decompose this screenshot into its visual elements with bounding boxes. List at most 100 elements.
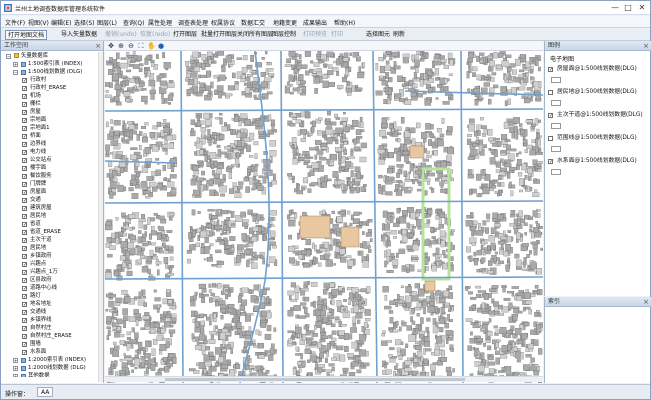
layer-checkbox[interactable]: ✓ — [22, 173, 27, 179]
tree-item[interactable]: ✓ 道路中心线 — [1, 284, 98, 292]
menu-item[interactable]: 属性处理 — [148, 18, 172, 27]
legend-checkbox[interactable]: ✓ — [548, 159, 553, 165]
layer-checkbox[interactable]: ✓ — [22, 149, 27, 155]
tree-item[interactable]: ✓ 围墙 — [1, 340, 98, 348]
tree-item[interactable]: ✓ 房屋面 — [1, 188, 98, 196]
tree-item[interactable]: ✓ 楼宇面 — [1, 164, 98, 172]
tree-item[interactable]: ✓ 房屋 — [1, 108, 98, 116]
toolbar-button[interactable]: 图层控制 — [272, 30, 296, 40]
menu-item[interactable]: 文件(F) — [5, 18, 25, 27]
layer-checkbox[interactable]: ✓ — [22, 301, 27, 307]
menu-item[interactable]: 选择(S) — [74, 18, 95, 27]
tree-item[interactable]: ✓ 机场 — [1, 92, 98, 100]
minimize-button[interactable]: — — [609, 2, 621, 13]
tree-item[interactable]: +1:500索引表 (INDEX) — [1, 60, 98, 68]
expand-icon[interactable]: + — [13, 61, 18, 67]
tree-item[interactable]: ✓ 乡镇政府 — [1, 252, 98, 260]
globe-icon[interactable]: ● — [157, 42, 165, 50]
layer-checkbox[interactable]: ✓ — [22, 309, 27, 315]
tree-item[interactable]: ✓ 宗地面 — [1, 116, 98, 124]
menu-item[interactable]: 权属协议 — [211, 18, 235, 27]
tree-item[interactable]: ✓ 兴趣点 — [1, 260, 98, 268]
menu-item[interactable]: 视图(V) — [28, 18, 49, 27]
layer-checkbox[interactable]: ✓ — [22, 237, 27, 243]
full-extent-icon[interactable]: ⛶ — [137, 42, 145, 50]
tree-item[interactable]: ✓ 桥面 — [1, 132, 98, 140]
legend-checkbox[interactable] — [548, 136, 553, 141]
layer-checkbox[interactable]: ✓ — [22, 133, 27, 139]
menu-item[interactable]: 帮助(H) — [334, 18, 355, 27]
tree-item[interactable]: ✓ 行政村_ERASE — [1, 84, 98, 92]
tree-item[interactable]: ✓ 交通线 — [1, 308, 98, 316]
tree-item[interactable]: + 其他数据 — [1, 372, 98, 377]
tree-item[interactable]: ✓ 主次干道 — [1, 236, 98, 244]
toolbar-button[interactable]: 关闭所有图层 — [237, 30, 273, 40]
tree-item[interactable]: ✓ 居民地 — [1, 212, 98, 220]
layer-checkbox[interactable]: ✓ — [22, 269, 27, 275]
tree-item[interactable]: −1:500线划数据 (DLG) — [1, 68, 98, 76]
layer-checkbox[interactable]: ✓ — [22, 101, 27, 107]
tree-item[interactable]: ✓ 自然村庄 — [1, 324, 98, 332]
tree-item[interactable]: +1:2000索引表 (INDEX) — [1, 356, 98, 364]
toolbar-button[interactable]: 打开图层 — [173, 30, 197, 40]
layer-checkbox[interactable]: ✓ — [22, 253, 27, 259]
tree-item[interactable]: ✓ 自然村庄_ERASE — [1, 332, 98, 340]
layer-checkbox[interactable]: ✓ — [22, 261, 27, 267]
toolbar-button[interactable]: 打印 — [331, 30, 343, 40]
menu-item[interactable]: 调查表处理 — [178, 18, 208, 27]
menu-item[interactable]: 编辑(E) — [51, 18, 71, 27]
tree-item[interactable]: ✓ 行政村 — [1, 76, 98, 84]
layer-checkbox[interactable]: ✓ — [22, 317, 27, 323]
status-tab[interactable]: AA — [37, 387, 54, 397]
tree-item[interactable]: ✓ 交通 — [1, 196, 98, 204]
toolbar-button[interactable]: 撤销(undo) — [105, 30, 137, 40]
layer-checkbox[interactable]: ✓ — [22, 189, 27, 195]
layer-checkbox[interactable]: ✓ — [22, 141, 27, 147]
tree-item[interactable]: ✓ 建筑房屋 — [1, 204, 98, 212]
tree-item[interactable]: ✓ 区县政府 — [1, 276, 98, 284]
tree-item[interactable]: ✓ 乡镇界线 — [1, 316, 98, 324]
pan-icon[interactable]: ✥ — [107, 42, 115, 50]
tree-item[interactable]: +1:2000线划数据 (DLG) — [1, 364, 98, 372]
layer-checkbox[interactable]: ✓ — [22, 197, 27, 203]
legend-layer-item[interactable]: 范围线@1:500线划数据(DLG) — [548, 134, 648, 156]
layer-checkbox[interactable]: ✓ — [22, 77, 27, 83]
layer-checkbox[interactable]: ✓ — [22, 293, 27, 299]
layer-checkbox[interactable]: ✓ — [22, 221, 27, 227]
legend-layer-item[interactable]: ✓ 主次干道@1:500线划数据(DLG) — [548, 111, 648, 133]
legend-close-icon[interactable]: × — [643, 41, 649, 51]
hand-icon[interactable]: ✋ — [147, 42, 156, 50]
layer-checkbox[interactable]: ✓ — [22, 109, 27, 115]
menu-item[interactable]: 查询(Q) — [123, 18, 144, 27]
tree-item[interactable]: ✓ 宗地面1 — [1, 124, 98, 132]
layer-checkbox[interactable]: ✓ — [22, 125, 27, 131]
layer-checkbox[interactable]: ✓ — [22, 349, 27, 355]
expand-icon[interactable]: + — [13, 357, 18, 363]
toolbar-button[interactable]: 打开地图文档 — [5, 30, 48, 40]
layer-checkbox[interactable]: ✓ — [22, 117, 27, 123]
menu-item[interactable]: 图层(L) — [97, 18, 117, 27]
layer-checkbox[interactable]: ✓ — [22, 245, 27, 251]
menu-item[interactable]: 地籍变更 — [273, 18, 297, 27]
toolbar-button[interactable]: 刷新 — [393, 30, 405, 40]
map-horizontal-scrollbar[interactable] — [105, 376, 543, 382]
layer-checkbox[interactable]: ✓ — [22, 341, 27, 347]
layer-checkbox[interactable]: ✓ — [22, 229, 27, 235]
tree-item[interactable]: ✓ 餐饮服务 — [1, 172, 98, 180]
tree-item[interactable]: ✓ 公交站点 — [1, 156, 98, 164]
layer-checkbox[interactable]: ✓ — [22, 205, 27, 211]
layer-checkbox[interactable]: ✓ — [22, 157, 27, 163]
tree-item[interactable]: ✓ 电力线 — [1, 148, 98, 156]
layer-checkbox[interactable]: ✓ — [22, 285, 27, 291]
tree-item[interactable]: ✓ 省道_ERASE — [1, 228, 98, 236]
legend-layer-item[interactable]: ✓ 房屋面@1:500线划数据(DLG) — [548, 65, 648, 87]
layer-checkbox[interactable]: ✓ — [22, 333, 27, 339]
tree-item[interactable]: ✓ 门牌牌 — [1, 180, 98, 188]
tree-item[interactable]: ✓ 省道 — [1, 220, 98, 228]
tree-scrollbar[interactable] — [98, 52, 103, 382]
legend-checkbox[interactable] — [548, 90, 553, 95]
toolbar-button[interactable]: 选择图元 — [366, 30, 390, 40]
toolbar-button[interactable]: 批量打开图层 — [201, 30, 237, 40]
tree-item[interactable]: ✓ 地名地址 — [1, 300, 98, 308]
tree-item[interactable]: ✓ 栅栏 — [1, 100, 98, 108]
